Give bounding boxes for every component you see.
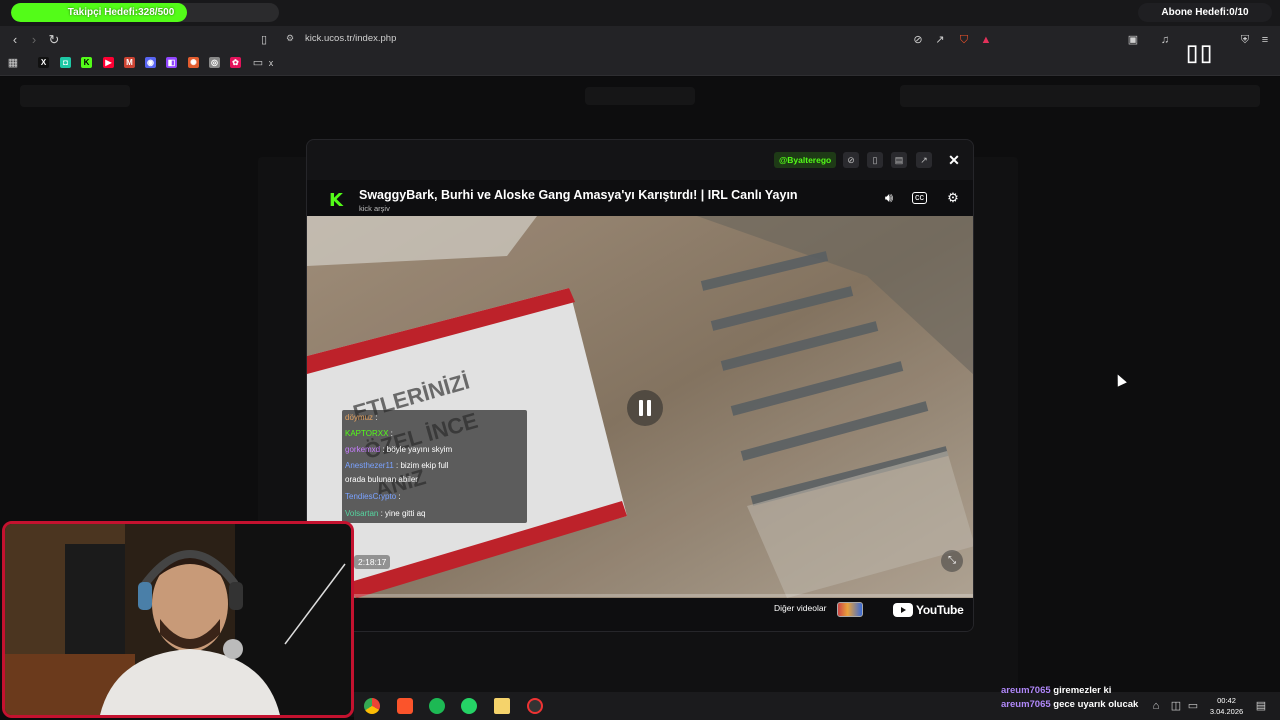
app-icon[interactable] [527,698,543,714]
page-toolbar-ghost [900,85,1260,107]
chatgpt-icon[interactable]: ◎ [209,57,220,68]
keyboard-icon[interactable]: ▭ [1186,699,1200,713]
pause-button[interactable] [627,390,663,426]
forward-icon[interactable]: › [26,32,42,48]
menu-icon[interactable]: ≡ [1258,33,1272,47]
video-chat-line: Volsartan : yine gitti aq [345,509,426,518]
camera-off-icon[interactable]: ⊘ [911,33,925,47]
youtube-logo[interactable]: YouTube [893,602,964,617]
apps-grid-icon[interactable]: ▦ [6,56,20,70]
folder-icon[interactable]: ▭ [251,56,265,70]
volume-icon[interactable]: ◫ [1169,699,1183,713]
clock-date: 3.04.2026 [1209,707,1244,716]
stream-overlay-bar: Takipçi Hedefi:328/500 Abone Hedefi:0/10 [0,0,1280,26]
twitch-icon[interactable]: ◧ [166,57,177,68]
video-chat-line: orada bulunan abiler [345,475,418,484]
settings-icon[interactable]: ⚙ [944,189,962,207]
close-modal-button[interactable]: ✕ [945,151,963,169]
stream-chat-line: areum7065 giremezler ki [1001,685,1112,696]
video-modal: @Byalterego ⊘ ▯ ▤ ↗ ✕ K SwaggyBark, Burh… [306,139,974,632]
video-title: SwaggyBark, Burhi ve Aloske Gang Amasya'… [359,188,798,202]
webcam-image [5,524,351,715]
submitter-badge[interactable]: @Byalterego [774,152,837,168]
reload-icon[interactable]: ↻ [46,32,62,48]
brave-rewards-icon[interactable]: ▲ [979,33,993,47]
fullscreen-icon[interactable]: ⤡ [941,550,963,572]
page-header-ghost [585,87,695,105]
webcam-feed [2,521,354,718]
kick-icon[interactable]: K [81,57,92,68]
video-chat-line: gorkemxd : böyle yayını skyim [345,445,453,454]
block-icon[interactable]: ⊘ [843,152,859,168]
stream-chat-line: areum7065 gece uyarık olucak [1001,699,1139,710]
gmail-icon[interactable]: M [124,57,135,68]
video-channel: kick arşiv [359,204,390,213]
discord-icon[interactable]: ◉ [145,57,156,68]
video-chat-line: Anesthezer11 : bizim ekip full [345,461,449,470]
channel-logo-icon: ▯▯ [1183,35,1215,70]
page-header-ghost [20,85,130,107]
video-timecode: 2:18:17 [354,555,391,569]
video-chat-line: döymuz : [345,413,378,422]
network-icon[interactable]: ⌂ [1149,699,1163,713]
other-videos-thumbnail[interactable] [837,602,863,617]
clock-time: 00:42 [1217,696,1236,705]
other-videos-label[interactable]: Diğer videolar [774,603,826,613]
sub-goal-text: Abone Hedefi:0/10 [1161,7,1249,18]
brave-icon[interactable] [397,698,413,714]
youtube-wordmark: YouTube [916,602,964,617]
youtube-icon[interactable]: ▶ [103,57,114,68]
sidebar-icon[interactable]: ▣ [1126,33,1140,47]
bookmark-icon[interactable]: ▯ [257,33,271,47]
video-chat-line: TendiesCrypto : [345,492,401,501]
external-link-icon[interactable]: ↗ [916,152,932,168]
address-bar[interactable]: kick.ucos.tr/index.php [305,33,396,44]
video-chat-line: KAPTORXX : [345,429,393,438]
follower-goal-text: Takipçi Hedefi:328/500 [67,7,175,18]
vpn-icon[interactable]: ⛨ [1238,33,1252,47]
close-icon[interactable]: x [264,56,278,70]
captions-icon[interactable]: cc [912,192,927,204]
video-chat-overlay: döymuz : KAPTORXX : gorkemxd : böyle yay… [342,410,527,523]
taskbar: ⌂ ◫ ▭ 00:42 3.04.2026 ▤ [354,692,1280,720]
bookmark-icon[interactable]: ▯ [867,152,883,168]
browser-toolbar: ‹ › ↻ ▯ ⚙ kick.ucos.tr/index.php ⊘ ↗ ⛉ ▲… [0,26,1280,76]
share-icon[interactable]: ↗ [933,33,947,47]
extension-icon[interactable]: ✺ [188,57,199,68]
whatsapp-icon[interactable] [461,698,477,714]
file-explorer-icon[interactable] [494,698,510,714]
media-icon[interactable]: ♫ [1158,33,1172,47]
trash-icon[interactable]: ▤ [891,152,907,168]
follower-goal-bar: Takipçi Hedefi:328/500 [11,3,279,22]
chrome-icon[interactable] [364,698,380,714]
stream-chat: areum7065 giremezler ki areum7065 gece u… [1001,685,1138,710]
x-icon[interactable]: X [38,57,49,68]
notifications-icon[interactable]: ▤ [1254,699,1268,713]
youtube-play-icon [893,602,913,617]
spotify-icon[interactable] [429,698,445,714]
site-info-icon[interactable]: ⚙ [286,33,294,44]
brave-shield-icon[interactable]: ⛉ [957,33,971,47]
sub-goal-bar: Abone Hedefi:0/10 [1138,3,1272,22]
volume-icon[interactable]: 🔊︎ [880,189,898,207]
back-icon[interactable]: ‹ [7,32,23,48]
app-icon[interactable]: ✿ [230,57,241,68]
modal-header: @Byalterego ⊘ ▯ ▤ ↗ ✕ [307,140,973,180]
kick-logo-icon: K [329,190,343,211]
system-clock[interactable]: 00:42 3.04.2026 [1204,695,1249,717]
video-player[interactable]: ETLERİNİZİ ÖZEL İNCE ANIZ döymuz : KAPTO… [307,216,973,598]
video-progress-bar[interactable] [307,594,973,597]
app-icon[interactable]: ◘ [60,57,71,68]
video-header: K SwaggyBark, Burhi ve Aloske Gang Amasy… [307,180,973,216]
video-footer: Diğer videolar YouTube [307,598,973,631]
